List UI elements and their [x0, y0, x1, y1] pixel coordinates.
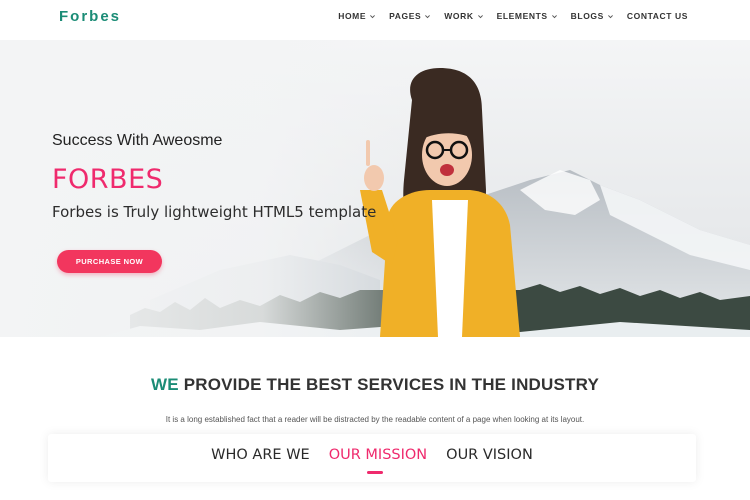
tab-our-mission[interactable]: OUR MISSION — [329, 447, 427, 463]
top-navbar: Forbes HOME PAGES WORK ELEMENTS BLOGS CO… — [0, 0, 750, 40]
services-heading-accent: WE — [150, 375, 179, 394]
services-heading-text: PROVIDE THE BEST SERVICES IN THE INDUSTR… — [178, 375, 600, 394]
chevron-down-icon — [607, 14, 613, 18]
chevron-down-icon — [425, 14, 431, 18]
nav-item-elements[interactable]: ELEMENTS — [497, 11, 558, 21]
hero-title: FORBES — [52, 164, 164, 195]
nav-item-label: ELEMENTS — [496, 11, 548, 21]
nav-item-label: HOME — [338, 11, 367, 21]
chevron-down-icon — [370, 14, 376, 18]
chevron-down-icon — [477, 14, 483, 18]
hero-description: Forbes is Truly lightweight HTML5 templa… — [52, 203, 377, 221]
nav-item-label: BLOGS — [570, 11, 604, 21]
nav-item-label: CONTACT US — [626, 11, 688, 21]
services-heading: WE PROVIDE THE BEST SERVICES IN THE INDU… — [0, 375, 750, 395]
hero-banner: Success With Aweosme FORBES Forbes is Tr… — [0, 40, 750, 337]
main-menu: HOME PAGES WORK ELEMENTS BLOGS CONTACT U… — [338, 11, 688, 21]
chevron-down-icon — [551, 14, 557, 18]
tab-our-vision[interactable]: OUR VISION — [446, 447, 533, 463]
tab-who-are-we[interactable]: WHO ARE WE — [211, 447, 310, 463]
nav-item-work[interactable]: WORK — [444, 11, 483, 21]
nav-item-blogs[interactable]: BLOGS — [571, 11, 614, 21]
nav-item-pages[interactable]: PAGES — [389, 11, 431, 21]
nav-item-label: PAGES — [389, 11, 422, 21]
nav-item-home[interactable]: HOME — [338, 11, 376, 21]
nav-item-label: WORK — [444, 11, 474, 21]
active-tab-indicator — [367, 471, 383, 474]
tabs-card: WHO ARE WE OUR MISSION OUR VISION — [48, 434, 696, 482]
tab-list: WHO ARE WE OUR MISSION OUR VISION — [48, 447, 696, 463]
services-description: It is a long established fact that a rea… — [165, 415, 585, 424]
hero-subtitle: Success With Aweosme — [52, 132, 223, 149]
purchase-now-button[interactable]: PURCHASE NOW — [57, 250, 162, 273]
nav-item-contact-us[interactable]: CONTACT US — [627, 11, 688, 21]
site-logo[interactable]: Forbes — [59, 8, 121, 25]
